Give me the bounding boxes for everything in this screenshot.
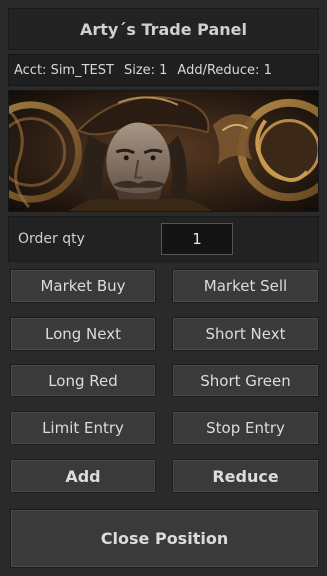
panel-title: Arty´s Trade Panel — [8, 8, 319, 50]
market-sell-button[interactable]: Market Sell — [172, 269, 319, 303]
stop-entry-button[interactable]: Stop Entry — [172, 411, 319, 445]
short-green-button[interactable]: Short Green — [172, 364, 319, 397]
order-qty-label: Order qty — [18, 231, 85, 247]
pirate-banner-image — [8, 90, 319, 212]
trade-panel: Arty´s Trade Panel Acct: Sim_TEST Size: … — [0, 0, 327, 576]
pirate-portrait-icon — [9, 91, 318, 211]
order-qty-input[interactable] — [161, 223, 233, 255]
market-buy-button[interactable]: Market Buy — [10, 269, 156, 303]
long-next-button[interactable]: Long Next — [10, 317, 156, 351]
account-label: Acct: Sim_TEST — [14, 62, 114, 78]
account-info-bar: Acct: Sim_TEST Size: 1 Add/Reduce: 1 — [8, 54, 319, 86]
close-position-button[interactable]: Close Position — [10, 509, 319, 568]
short-next-button[interactable]: Short Next — [172, 317, 319, 351]
long-red-button[interactable]: Long Red — [10, 364, 156, 397]
reduce-button[interactable]: Reduce — [172, 459, 319, 493]
order-qty-row: Order qty — [8, 216, 319, 262]
size-label: Size: 1 — [123, 62, 168, 78]
add-reduce-label: Add/Reduce: 1 — [177, 62, 272, 78]
limit-entry-button[interactable]: Limit Entry — [10, 411, 156, 445]
add-button[interactable]: Add — [10, 459, 156, 493]
